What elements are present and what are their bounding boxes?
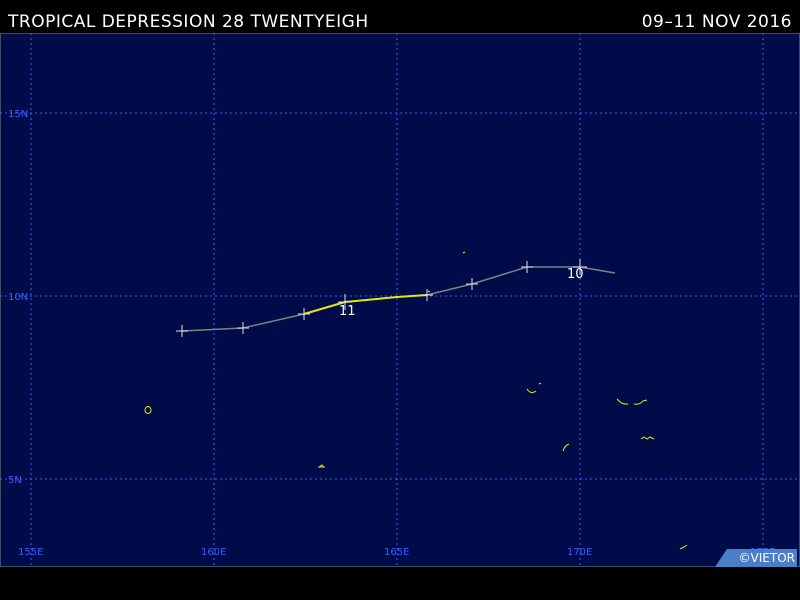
track-day-label-10: 10 <box>567 267 584 282</box>
map-canvas: 15N 10N 5N 155E 160E 165E 170E 175E <box>0 32 800 568</box>
lat-label-10n: 10N <box>8 292 28 303</box>
lon-label-165e: 165E <box>384 547 409 558</box>
header-bar: TROPICAL DEPRESSION 28 TWENTYEIGH 09–11 … <box>0 0 800 33</box>
lon-label-160e: 160E <box>201 547 226 558</box>
credit-badge: ©VIETOR <box>715 549 797 567</box>
lon-label-170e: 170E <box>567 547 592 558</box>
track-map: 15N 10N 5N 155E 160E 165E 170E 175E <box>0 32 800 568</box>
track-day-label-11: 11 <box>339 304 356 319</box>
footer-bar <box>0 567 800 600</box>
lat-label-5n: 5N <box>8 475 22 486</box>
storm-title: TROPICAL DEPRESSION 28 TWENTYEIGH <box>8 12 369 32</box>
lon-label-155e: 155E <box>18 547 43 558</box>
date-range: 09–11 NOV 2016 <box>641 12 792 32</box>
lat-label-15n: 15N <box>8 109 28 120</box>
